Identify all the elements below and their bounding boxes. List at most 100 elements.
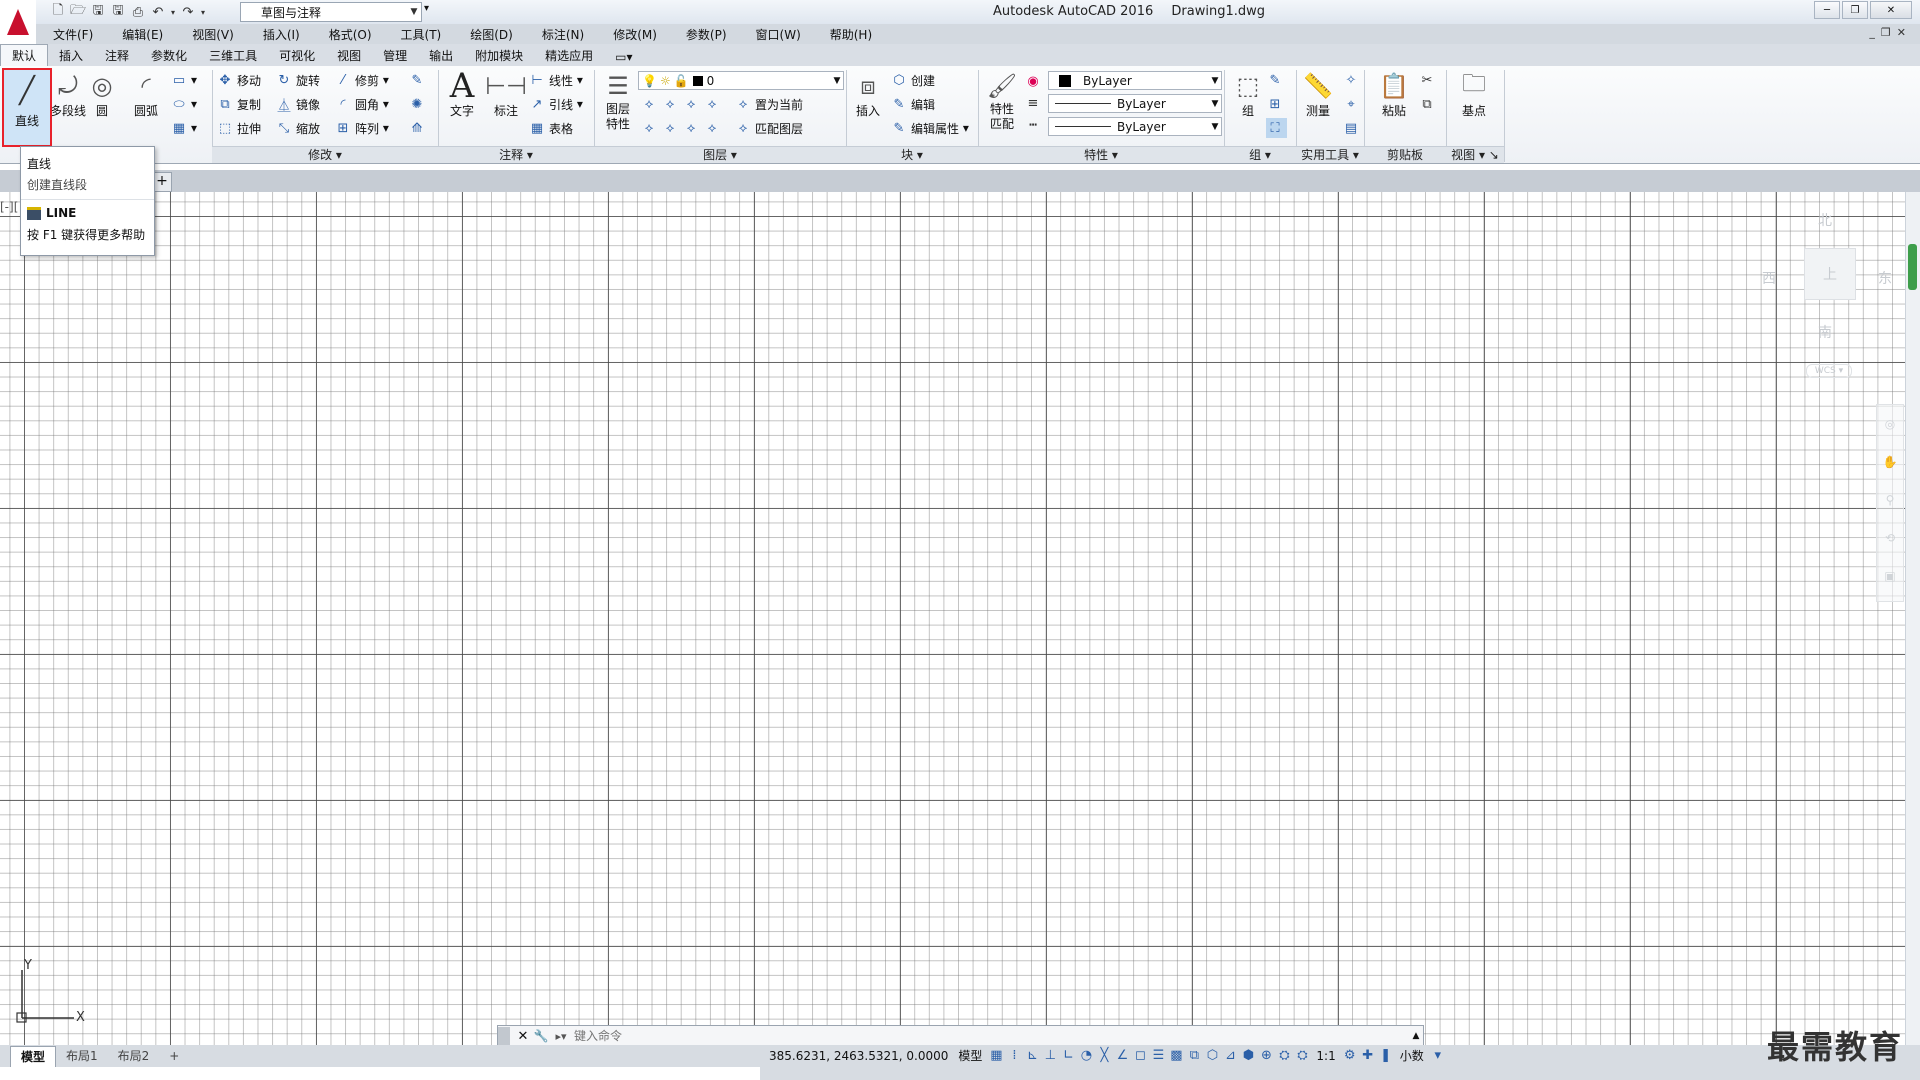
rectangle-button[interactable]: ▭ ▾ bbox=[170, 70, 197, 90]
ribbon-tab[interactable]: 注释 bbox=[94, 45, 140, 66]
viewcube-south[interactable]: 南 bbox=[1818, 322, 1832, 342]
layout-tab[interactable]: 布局2 bbox=[108, 1046, 160, 1066]
ribbon-tab[interactable]: 可视化 bbox=[268, 45, 326, 66]
match-properties-button[interactable]: 🖌 特性 匹配 bbox=[980, 70, 1024, 140]
auto-scale-icon[interactable]: ⛭ bbox=[1293, 1045, 1311, 1067]
navigation-bar[interactable]: ◎ ✋ ⚲ ⟲ ▣ bbox=[1876, 404, 1904, 602]
command-grip[interactable] bbox=[498, 1027, 510, 1045]
coordinates-readout[interactable]: 385.6231, 2463.5321, 0.0000 bbox=[764, 1045, 953, 1067]
offset-button[interactable]: ⟰ bbox=[408, 118, 429, 138]
3d-osnap-icon[interactable]: ⬡ bbox=[1203, 1045, 1221, 1067]
stretch-button[interactable]: ⬚ 拉伸 bbox=[216, 118, 261, 138]
layer-tools-row-2[interactable]: ⟡ ⟡ ⟡ ⟡ bbox=[640, 118, 724, 138]
linear-button[interactable]: ⊢ 线性 ▾ bbox=[528, 70, 583, 90]
group-button[interactable]: ⬚ 组 bbox=[1226, 70, 1270, 140]
fillet-button[interactable]: ◜ 圆角 ▾ bbox=[334, 94, 388, 114]
layer-select[interactable]: 💡 ☼ 🔓 0 ▼ bbox=[638, 71, 844, 90]
view-panel-title[interactable]: 视图 ▾ ↘ bbox=[1446, 146, 1504, 163]
minimize-button[interactable]: ─ bbox=[1814, 1, 1840, 19]
command-input[interactable] bbox=[572, 1027, 1409, 1045]
copy-clip-icon[interactable]: ⧉ bbox=[1418, 94, 1439, 114]
linetype-select[interactable]: ByLayer ▼ bbox=[1048, 117, 1222, 136]
workspace-gear-icon[interactable]: ⚙ bbox=[1341, 1045, 1359, 1067]
wcs-menu[interactable]: WCS ▾ bbox=[1806, 364, 1852, 378]
layer-tools-row-1[interactable]: ⟡ ⟡ ⟡ ⟡ bbox=[640, 94, 724, 114]
close-button[interactable]: ✕ bbox=[1870, 1, 1912, 19]
qat-customize-icon[interactable]: ▾ bbox=[424, 3, 429, 14]
line-button[interactable]: ╱ 直线 bbox=[2, 68, 52, 147]
doc-window-controls[interactable]: _❐✕ bbox=[1869, 26, 1912, 39]
ribbon-minimize-icon[interactable]: ▭▾ bbox=[604, 48, 643, 66]
menu-item[interactable]: 插入(I) bbox=[246, 26, 312, 43]
copy-button[interactable]: ⧉ 复制 bbox=[216, 94, 261, 114]
units-select[interactable]: 小数 bbox=[1395, 1045, 1429, 1067]
open-icon[interactable]: 🗁 bbox=[68, 2, 88, 22]
cut-icon[interactable]: ✂ bbox=[1418, 70, 1439, 90]
viewport-controls[interactable]: [-][ bbox=[0, 200, 18, 214]
arc-button[interactable]: ◜ 圆弧 bbox=[124, 70, 168, 140]
lineweight-toggle-icon[interactable]: ☰ bbox=[1149, 1045, 1167, 1067]
close-icon[interactable]: ✕ bbox=[514, 1029, 532, 1044]
redo-icon[interactable]: ↷ bbox=[178, 2, 198, 22]
recent-commands-icon[interactable]: ▸▾ bbox=[550, 1030, 572, 1043]
save-icon[interactable]: 🖫 bbox=[88, 2, 108, 22]
wrench-icon[interactable]: 🔧 bbox=[532, 1029, 550, 1043]
viewcube-top-face[interactable]: 上 bbox=[1804, 248, 1856, 300]
properties-panel-title[interactable]: 特性 ▾ bbox=[978, 146, 1224, 163]
snap-mode-icon[interactable]: ⁞ bbox=[1005, 1045, 1023, 1067]
color-wheel-icon[interactable]: ◉ bbox=[1024, 71, 1045, 91]
undo-icon[interactable]: ↶ bbox=[148, 2, 168, 22]
scroll-thumb[interactable] bbox=[1908, 244, 1917, 290]
ribbon-tab[interactable]: 精选应用 bbox=[534, 45, 604, 66]
quick-properties-icon[interactable]: ▾ bbox=[1429, 1045, 1447, 1067]
annotation-scale[interactable]: 1:1 bbox=[1311, 1045, 1340, 1067]
quick-select-icon[interactable]: ✧ bbox=[1342, 70, 1363, 90]
menu-item[interactable]: 格式(O) bbox=[312, 26, 384, 43]
leader-button[interactable]: ↗ 引线 ▾ bbox=[528, 94, 583, 114]
erase-button[interactable]: ✎ bbox=[408, 70, 429, 90]
selection-filter-icon[interactable]: ⬢ bbox=[1239, 1045, 1257, 1067]
menu-item[interactable]: 窗口(W) bbox=[739, 26, 813, 43]
layers-panel-title[interactable]: 图层 ▾ bbox=[594, 146, 846, 163]
array-button[interactable]: ⊞ 阵列 ▾ bbox=[334, 118, 389, 138]
object-snap-icon[interactable]: ◻ bbox=[1131, 1045, 1149, 1067]
menu-item[interactable]: 视图(V) bbox=[175, 26, 246, 43]
layout-tab[interactable]: 布局1 bbox=[56, 1046, 108, 1066]
new-icon[interactable]: 🗋 bbox=[48, 2, 68, 22]
mirror-button[interactable]: ⏅ 镜像 bbox=[275, 94, 320, 114]
menu-item[interactable]: 绘图(D) bbox=[453, 26, 525, 43]
annotation-visibility-icon[interactable]: ⛭ bbox=[1275, 1045, 1293, 1067]
base-view-button[interactable]: 🗀 基点 bbox=[1452, 69, 1496, 140]
group-select-icon[interactable]: ⛶ bbox=[1266, 118, 1287, 138]
group-edit-icon[interactable]: ⊞ bbox=[1266, 94, 1287, 114]
selection-cycling-icon[interactable]: ⧉ bbox=[1185, 1045, 1203, 1067]
layout-tab[interactable]: 模型 bbox=[10, 1045, 57, 1067]
annotation-panel-title[interactable]: 注释 ▾ bbox=[438, 146, 594, 163]
block-panel-title[interactable]: 块 ▾ bbox=[846, 146, 978, 163]
menu-item[interactable]: 修改(M) bbox=[596, 26, 669, 43]
lineweight-select[interactable]: ByLayer ▼ bbox=[1048, 94, 1222, 113]
workspace-select[interactable]: 草图与注释 ▼ bbox=[240, 2, 422, 22]
transparency-icon[interactable]: ▩ bbox=[1167, 1045, 1185, 1067]
ribbon-tab[interactable]: 附加模块 bbox=[464, 45, 534, 66]
rotate-button[interactable]: ↻ 旋转 bbox=[275, 70, 320, 90]
showmotion-icon[interactable]: ▣ bbox=[1877, 557, 1903, 595]
orbit-icon[interactable]: ⟲ bbox=[1877, 519, 1903, 557]
explode-button[interactable]: ✺ bbox=[408, 94, 429, 114]
viewcube-north[interactable]: 北 bbox=[1818, 210, 1832, 230]
units-icon[interactable]: ❚ bbox=[1377, 1045, 1395, 1067]
ribbon-tab[interactable]: 输出 bbox=[418, 45, 464, 66]
edit-attributes-button[interactable]: ✎ 编辑属性 ▾ bbox=[890, 118, 969, 138]
dynamic-ucs-icon[interactable]: ⊿ bbox=[1221, 1045, 1239, 1067]
add-layout-plus-icon[interactable]: + bbox=[159, 1046, 189, 1066]
model-space-toggle[interactable]: 模型 bbox=[953, 1045, 987, 1067]
measure-button[interactable]: 📏 测量 bbox=[1296, 70, 1340, 140]
groups-panel-title[interactable]: 组 ▾ bbox=[1224, 146, 1296, 163]
object-snap-tracking-icon[interactable]: ∠ bbox=[1113, 1045, 1131, 1067]
dynamic-input-icon[interactable]: ⊥ bbox=[1041, 1045, 1059, 1067]
layer-properties-button[interactable]: ☰ 图层 特性 bbox=[596, 70, 640, 140]
dimension-button[interactable]: ⊢⊣ 标注 bbox=[484, 70, 528, 140]
ribbon-tab[interactable]: 参数化 bbox=[140, 45, 198, 66]
text-button[interactable]: A 文字 bbox=[440, 66, 484, 140]
menu-item[interactable]: 标注(N) bbox=[525, 26, 596, 43]
